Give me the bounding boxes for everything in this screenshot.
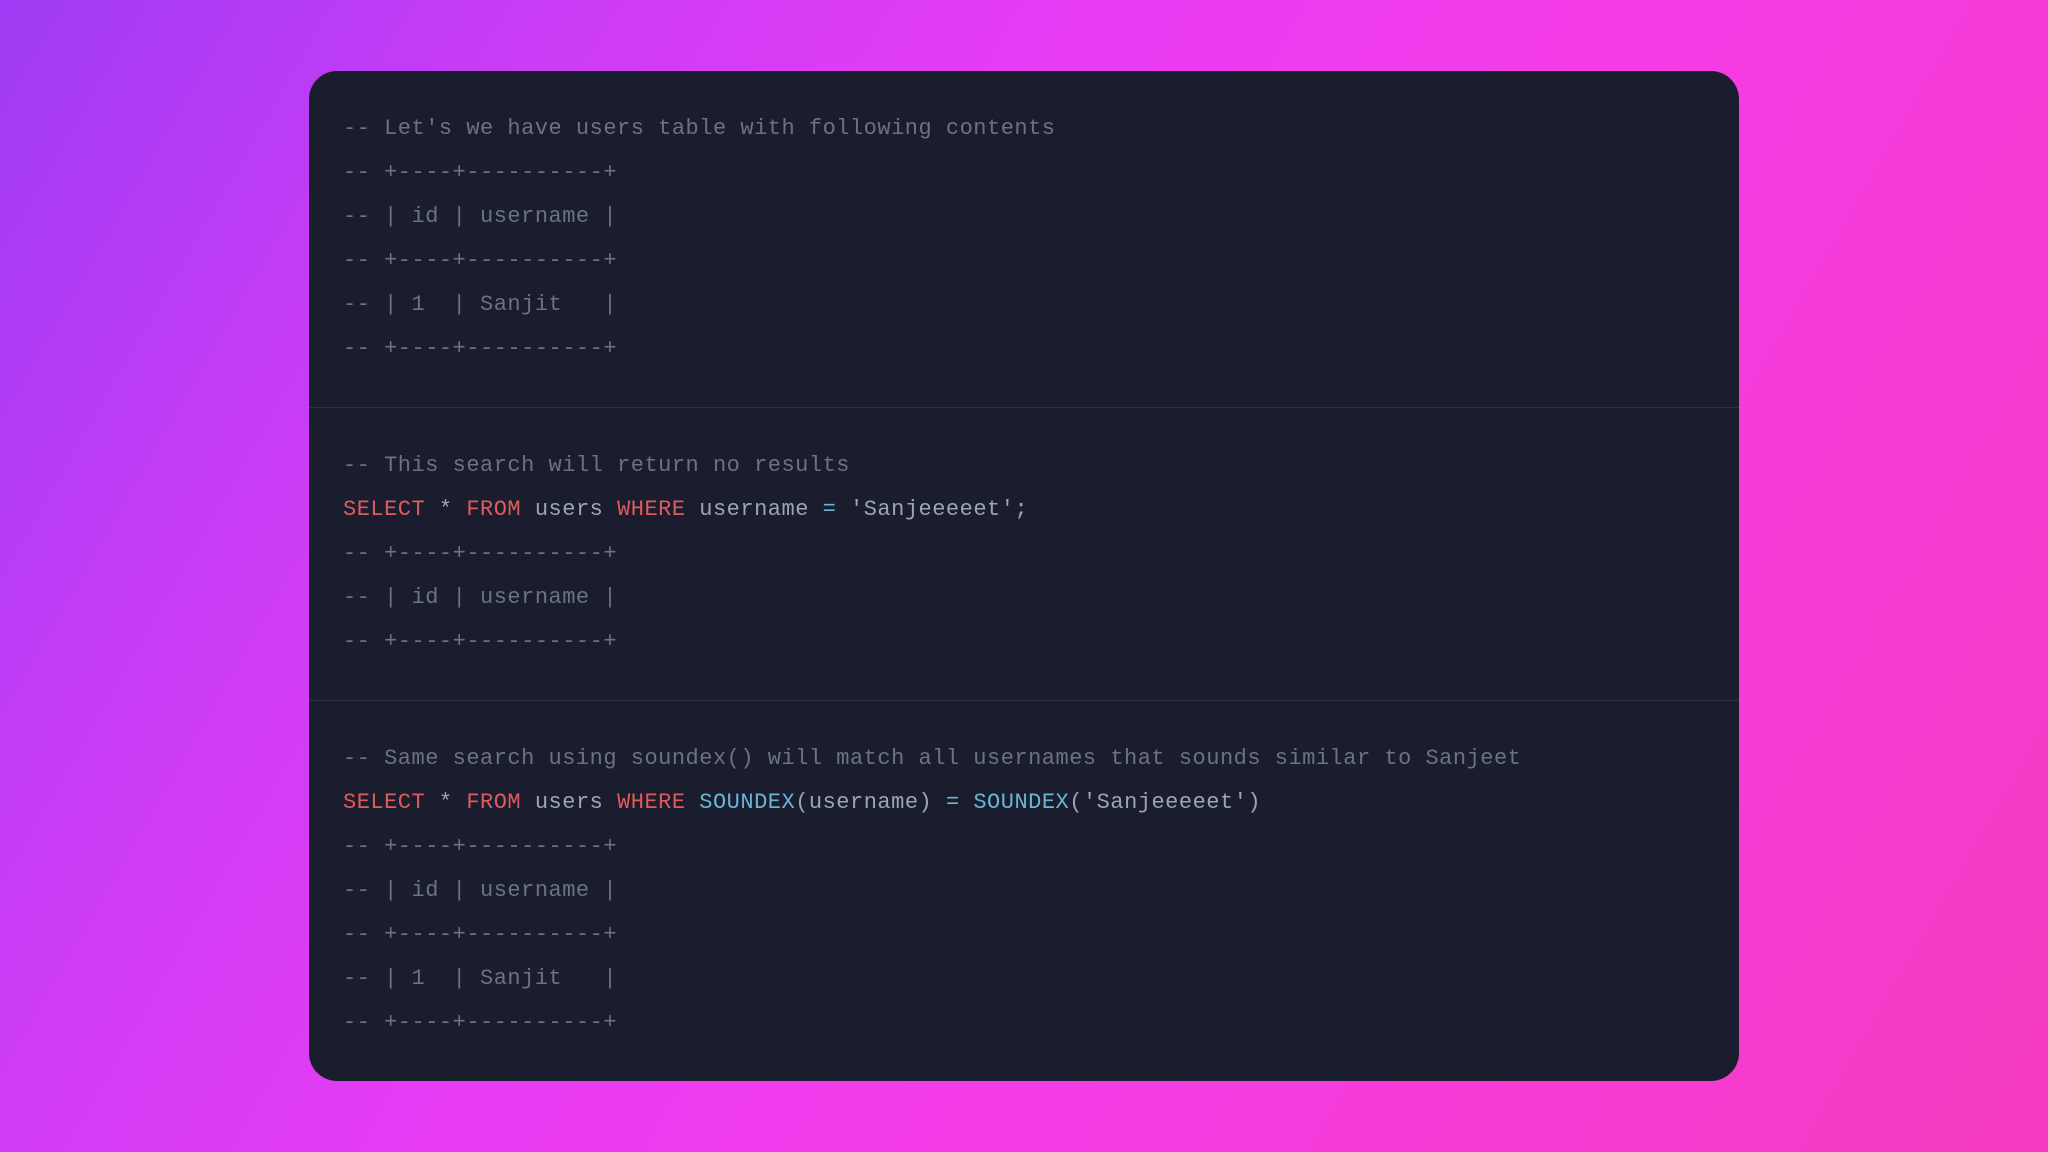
code-token-operator: = xyxy=(823,497,837,522)
code-token-comment: -- | id | username | xyxy=(343,878,617,903)
code-line: -- +----+----------+ xyxy=(343,913,1705,957)
code-token-comment: -- Same search using soundex() will matc… xyxy=(343,746,1521,771)
code-token-text: * xyxy=(425,790,466,815)
code-line: -- +----+----------+ xyxy=(343,239,1705,283)
code-line: -- | 1 | Sanjit | xyxy=(343,283,1705,327)
code-token-string: 'Sanjeeeeet' xyxy=(850,497,1014,522)
code-token-text: ; xyxy=(1014,497,1028,522)
code-token-comment: -- | id | username | xyxy=(343,585,617,610)
code-token-text: username xyxy=(686,497,823,522)
code-block-2: -- This search will return no results SEL… xyxy=(309,408,1739,700)
code-line: -- | id | username | xyxy=(343,195,1705,239)
code-line: -- +----+----------+ xyxy=(343,532,1705,576)
code-token-comment: -- +----+----------+ xyxy=(343,834,617,859)
code-token-operator: = xyxy=(946,790,960,815)
code-token-text: users xyxy=(521,790,617,815)
code-token-comment: -- This search will return no results xyxy=(343,453,850,478)
code-line: SELECT * FROM users WHERE username = 'Sa… xyxy=(343,488,1705,532)
code-line: -- +----+----------+ xyxy=(343,327,1705,371)
code-token-string: 'Sanjeeeeet' xyxy=(1083,790,1247,815)
code-line: -- | id | username | xyxy=(343,869,1705,913)
code-token-comment: -- +----+----------+ xyxy=(343,248,617,273)
code-token-comment: -- +----+----------+ xyxy=(343,629,617,654)
code-line: -- +----+----------+ xyxy=(343,151,1705,195)
code-block-1: -- Let's we have users table with follow… xyxy=(309,71,1739,407)
code-token-keyword: FROM xyxy=(466,790,521,815)
code-token-comment: -- +----+----------+ xyxy=(343,336,617,361)
code-token-comment: -- | id | username | xyxy=(343,204,617,229)
code-token-text: ) xyxy=(1247,790,1261,815)
code-block-3: -- Same search using soundex() will matc… xyxy=(309,701,1739,1081)
code-token-comment: -- Let's we have users table with follow… xyxy=(343,116,1056,141)
code-token-text xyxy=(836,497,850,522)
code-token-function: SOUNDEX xyxy=(699,790,795,815)
code-line: -- +----+----------+ xyxy=(343,825,1705,869)
code-token-text xyxy=(686,790,700,815)
code-line: -- | 1 | Sanjit | xyxy=(343,957,1705,1001)
code-token-text: (username) xyxy=(795,790,946,815)
code-token-keyword: SELECT xyxy=(343,790,425,815)
code-token-function: SOUNDEX xyxy=(973,790,1069,815)
code-line: -- This search will return no results xyxy=(343,444,1705,488)
code-token-comment: -- | 1 | Sanjit | xyxy=(343,292,617,317)
code-line: -- Let's we have users table with follow… xyxy=(343,107,1705,151)
code-token-comment: -- | 1 | Sanjit | xyxy=(343,966,617,991)
code-token-comment: -- +----+----------+ xyxy=(343,1010,617,1035)
code-token-keyword: SELECT xyxy=(343,497,425,522)
code-token-text xyxy=(960,790,974,815)
code-token-keyword: WHERE xyxy=(617,790,686,815)
code-token-text: ( xyxy=(1069,790,1083,815)
code-token-keyword: WHERE xyxy=(617,497,686,522)
code-token-keyword: FROM xyxy=(466,497,521,522)
code-line: -- +----+----------+ xyxy=(343,1001,1705,1045)
code-token-comment: -- +----+----------+ xyxy=(343,160,617,185)
code-token-comment: -- +----+----------+ xyxy=(343,541,617,566)
code-line: -- +----+----------+ xyxy=(343,620,1705,664)
code-container: -- Let's we have users table with follow… xyxy=(309,71,1739,1081)
code-line: -- | id | username | xyxy=(343,576,1705,620)
code-token-text: * xyxy=(425,497,466,522)
code-line: -- Same search using soundex() will matc… xyxy=(343,737,1705,781)
code-token-comment: -- +----+----------+ xyxy=(343,922,617,947)
code-line: SELECT * FROM users WHERE SOUNDEX(userna… xyxy=(343,781,1705,825)
code-token-text: users xyxy=(521,497,617,522)
